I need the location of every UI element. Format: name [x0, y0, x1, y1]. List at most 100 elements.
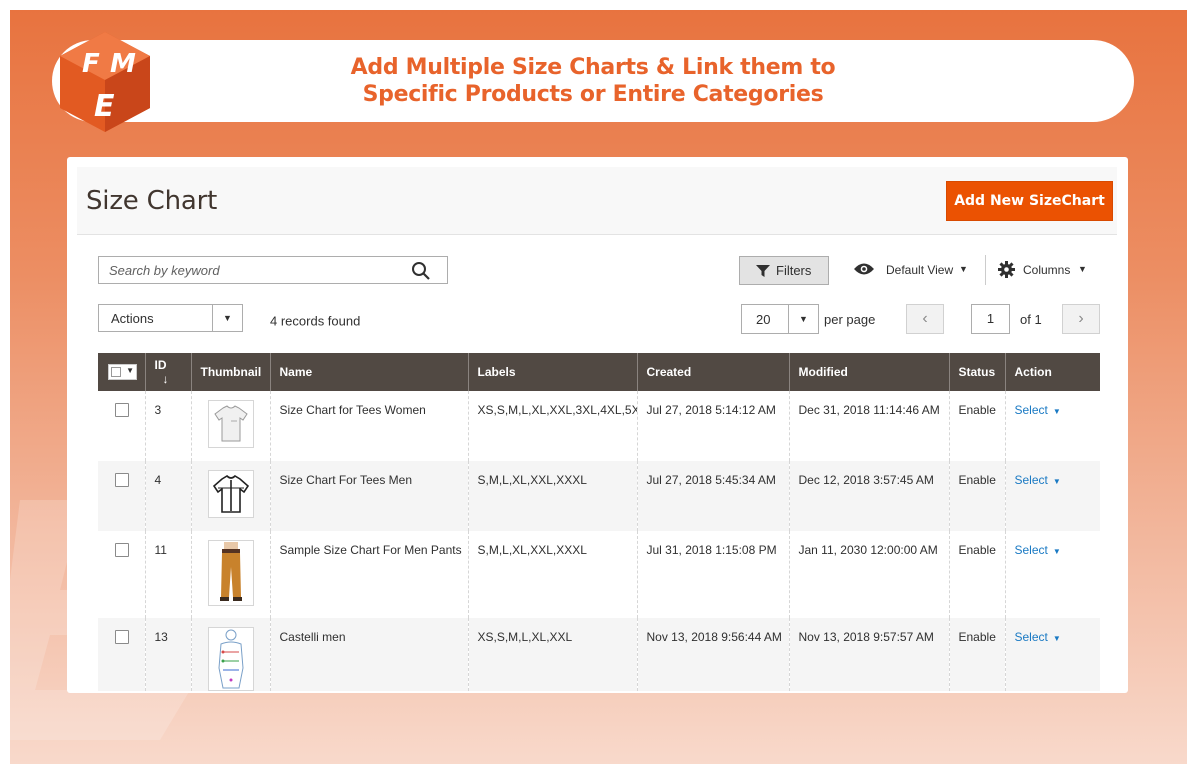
column-header-label: ID	[154, 358, 167, 372]
cell-status: Enable	[948, 391, 1005, 461]
row-action-select[interactable]: Select ▼	[1015, 543, 1061, 557]
cell-name: Size Chart for Tees Women	[269, 391, 468, 461]
thumbnail-tshirt-men-icon	[207, 470, 254, 518]
thumbnail-tshirt-women-icon	[207, 400, 254, 448]
admin-panel: Size Chart Add New SizeChart Search by k…	[67, 157, 1128, 693]
filters-button[interactable]: Filters	[739, 256, 829, 285]
cell-id: 3	[144, 391, 191, 461]
table-row: 11 Sample Size Chart For Men Pants S,M,L…	[98, 531, 1100, 618]
search-input[interactable]: Search by keyword	[98, 256, 448, 284]
column-header-thumbnail[interactable]: Thumbnail	[190, 353, 270, 391]
prev-page-button[interactable]: ‹	[906, 304, 944, 334]
records-found: 4 records found	[270, 313, 361, 329]
chevron-down-icon: ▼	[126, 366, 134, 375]
cell-status: Enable	[948, 531, 1005, 618]
row-checkbox[interactable]	[115, 473, 129, 487]
cell-created: Nov 13, 2018 9:56:44 AM	[636, 618, 789, 691]
column-header-action[interactable]: Action	[1004, 353, 1100, 391]
logo-letter-f: F	[82, 49, 100, 79]
select-label: Select	[1014, 473, 1048, 487]
next-page-button[interactable]: ›	[1062, 304, 1100, 334]
banner-line-2: Specific Products or Entire Categories	[362, 82, 824, 107]
select-label: Select	[1014, 630, 1048, 644]
cell-name: Sample Size Chart For Men Pants	[269, 531, 468, 618]
banner-line-1: Add Multiple Size Charts & Link them to	[350, 55, 836, 80]
grid-header-row: ▼ ID ↓ Thumbnail Name Labels Created Mod…	[98, 353, 1100, 391]
page-title: Size Chart	[86, 186, 218, 216]
chevron-left-icon: ‹	[922, 310, 928, 327]
gear-icon	[998, 261, 1015, 278]
per-page-label: per page	[824, 312, 876, 327]
cell-labels: S,M,L,XL,XXL,XXXL	[467, 531, 637, 618]
fme-logo-icon: F M E	[60, 32, 150, 132]
actions-dropdown[interactable]: Actions ▼	[98, 304, 243, 332]
cell-created: Jul 27, 2018 5:45:34 AM	[636, 461, 789, 531]
cell-labels: XS,S,M,L,XL,XXL,3XL,4XL,5XL	[467, 391, 637, 461]
logo-letter-m: M	[110, 49, 136, 79]
row-checkbox[interactable]	[115, 543, 129, 557]
row-action-select[interactable]: Select ▼	[1015, 403, 1061, 417]
cell-created: Jul 31, 2018 1:15:08 PM	[636, 531, 789, 618]
search-placeholder: Search by keyword	[109, 263, 220, 278]
search-icon[interactable]	[411, 261, 431, 281]
columns-label: Columns	[1023, 263, 1071, 277]
thumbnail-pants-men-icon	[207, 540, 254, 606]
table-row: 13 Castelli men XS,S,M,L,XL,XXL Nov 13, …	[98, 618, 1100, 691]
chevron-down-icon: ▼	[1052, 547, 1061, 556]
size-chart-grid: ▼ ID ↓ Thumbnail Name Labels Created Mod…	[98, 353, 1100, 691]
eye-icon	[854, 263, 874, 275]
chevron-down-icon[interactable]: ▼	[788, 305, 818, 333]
cell-modified: Nov 13, 2018 9:57:57 AM	[788, 618, 949, 691]
thumbnail-body-measure-icon	[207, 627, 254, 691]
cell-status: Enable	[948, 618, 1005, 691]
row-action-select[interactable]: Select ▼	[1015, 630, 1061, 644]
current-page-input[interactable]: 1	[971, 304, 1010, 334]
actions-label: Actions	[111, 311, 154, 326]
chevron-down-icon: ▼	[1052, 407, 1061, 416]
cell-name: Size Chart For Tees Men	[269, 461, 468, 531]
cell-modified: Jan 11, 2030 12:00:00 AM	[788, 531, 949, 618]
chevron-down-icon: ▼	[1052, 477, 1061, 486]
row-checkbox[interactable]	[115, 630, 129, 644]
sort-arrow-icon: ↓	[162, 372, 169, 386]
table-row: 4 Size Chart For Tees Men S,M,L,XL,XXL,X…	[98, 461, 1100, 531]
row-action-select[interactable]: Select ▼	[1015, 473, 1061, 487]
promo-banner: Add Multiple Size Charts & Link them to …	[52, 40, 1134, 122]
logo-letter-e: E	[94, 89, 115, 124]
column-header-name[interactable]: Name	[269, 353, 468, 391]
row-checkbox[interactable]	[115, 403, 129, 417]
cell-id: 4	[144, 461, 191, 531]
cell-id: 13	[144, 618, 191, 691]
select-label: Select	[1014, 403, 1048, 417]
filters-label: Filters	[776, 263, 812, 278]
per-page-select[interactable]: 20 ▼	[741, 304, 819, 334]
add-new-sizechart-button[interactable]: Add New SizeChart	[946, 181, 1113, 221]
chevron-right-icon: ›	[1078, 310, 1084, 327]
cell-labels: XS,S,M,L,XL,XXL	[467, 618, 637, 691]
default-view-label: Default View	[886, 263, 954, 277]
toolbar-divider	[985, 255, 986, 285]
mass-select-checkbox[interactable]: ▼	[108, 364, 137, 380]
column-header-labels[interactable]: Labels	[467, 353, 637, 391]
filter-icon	[756, 265, 770, 277]
cell-labels: S,M,L,XL,XXL,XXXL	[467, 461, 637, 531]
per-page-value: 20	[756, 312, 771, 327]
cell-status: Enable	[948, 461, 1005, 531]
cell-name: Castelli men	[269, 618, 468, 691]
chevron-down-icon: ▼	[1078, 264, 1087, 274]
banner-title: Add Multiple Size Charts & Link them to …	[52, 54, 1134, 108]
chevron-down-icon: ▼	[959, 264, 968, 274]
column-header-modified[interactable]: Modified	[788, 353, 949, 391]
column-header-status[interactable]: Status	[948, 353, 1005, 391]
chevron-down-icon: ▼	[1052, 634, 1061, 643]
column-header-id[interactable]: ID ↓	[144, 353, 191, 391]
table-row: 3 Size Chart for Tees Women XS,S,M,L,XL,…	[98, 391, 1100, 461]
column-header-created[interactable]: Created	[636, 353, 789, 391]
cell-id: 11	[144, 531, 191, 618]
chevron-down-icon[interactable]: ▼	[212, 305, 242, 331]
mass-select-header[interactable]: ▼	[98, 353, 145, 391]
background-frame: Add Multiple Size Charts & Link them to …	[10, 10, 1187, 764]
select-label: Select	[1014, 543, 1048, 557]
page-header: Size Chart Add New SizeChart	[77, 167, 1117, 235]
cell-modified: Dec 12, 2018 3:57:45 AM	[788, 461, 949, 531]
